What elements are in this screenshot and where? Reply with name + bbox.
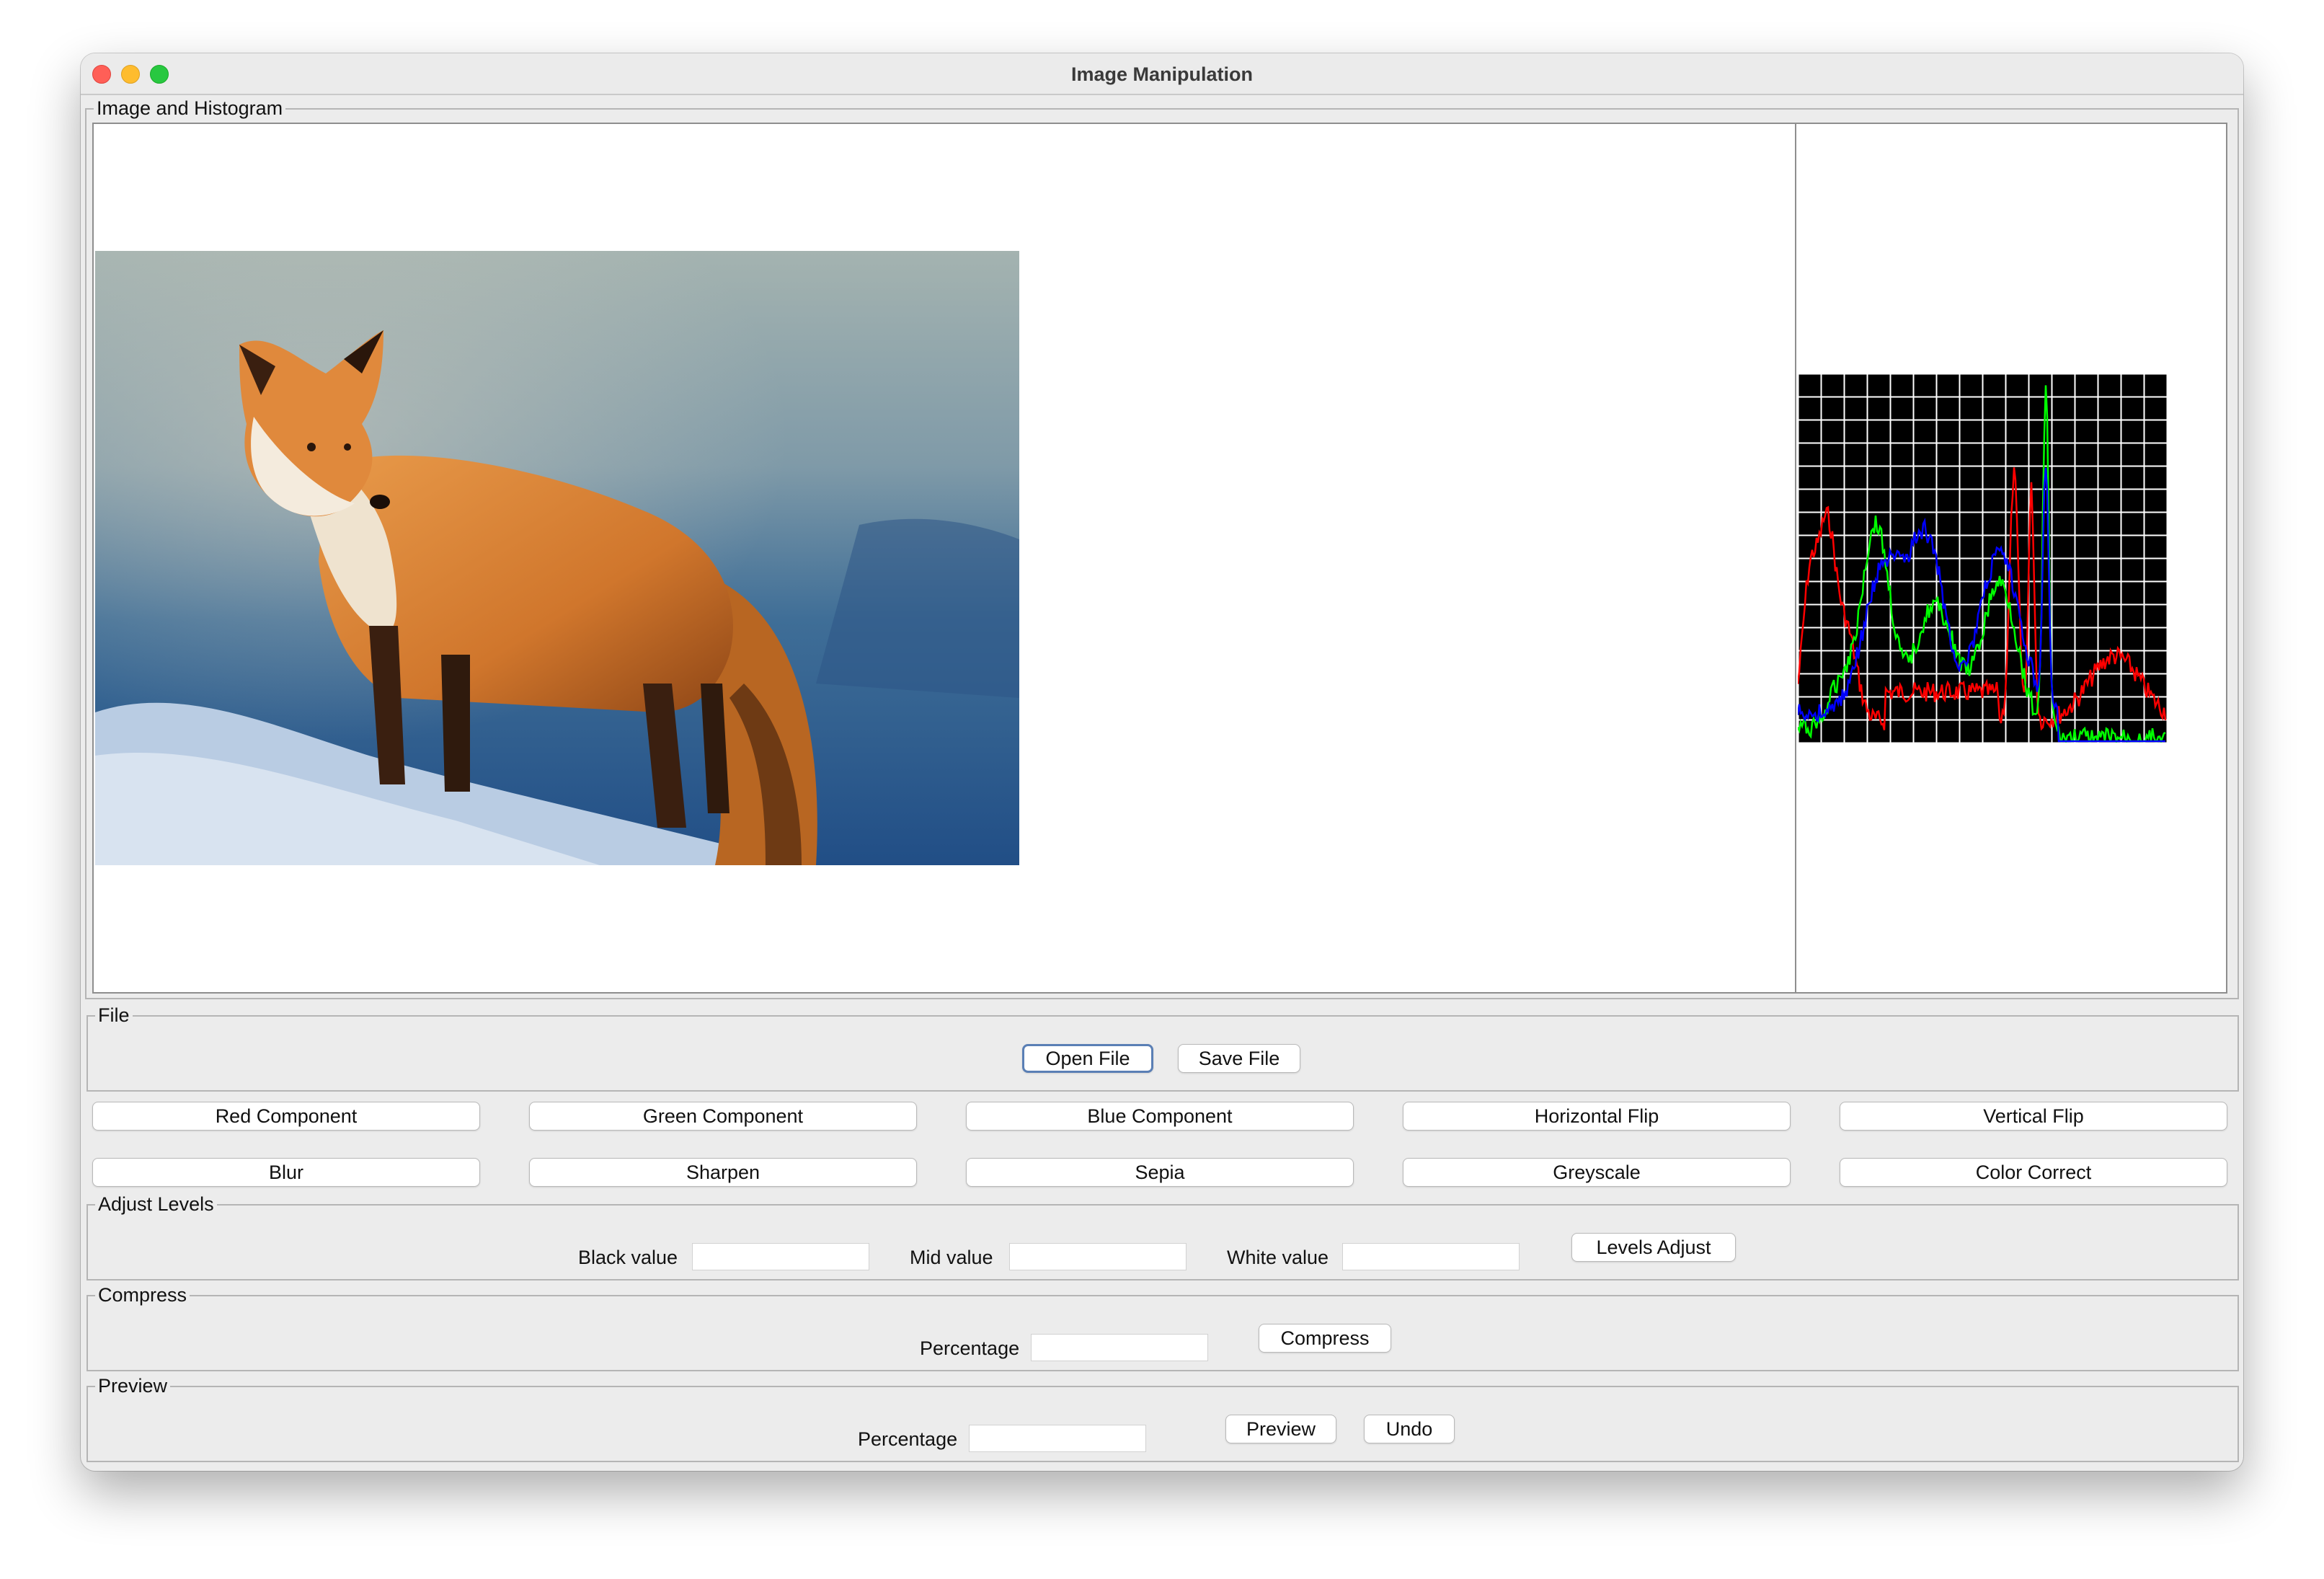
loaded-image — [95, 251, 1019, 865]
compress-percentage-field[interactable] — [1031, 1334, 1208, 1361]
image-canvas — [92, 123, 1796, 994]
compress-percentage-label: Percentage — [920, 1337, 1020, 1359]
horizontal-flip-button[interactable]: Horizontal Flip — [1403, 1102, 1791, 1131]
black-value-label: Black value — [578, 1247, 678, 1268]
undo-button[interactable]: Undo — [1364, 1415, 1455, 1443]
window-title: Image Manipulation — [1070, 63, 1254, 85]
save-file-button[interactable]: Save File — [1178, 1044, 1300, 1073]
white-value-label: White value — [1227, 1247, 1329, 1268]
image-histogram-panel-label: Image and Histogram — [94, 97, 286, 119]
white-value-field[interactable] — [1342, 1243, 1520, 1270]
blue-component-button[interactable]: Blue Component — [966, 1102, 1354, 1131]
preview-panel: Preview — [87, 1375, 2239, 1462]
greyscale-button[interactable]: Greyscale — [1403, 1158, 1791, 1187]
blur-button[interactable]: Blur — [92, 1158, 480, 1187]
red-component-button[interactable]: Red Component — [92, 1102, 480, 1131]
adjust-levels-panel-label: Adjust Levels — [95, 1193, 217, 1215]
histogram-panel — [1795, 123, 2227, 994]
preview-percentage-label: Percentage — [858, 1428, 958, 1450]
compress-panel-label: Compress — [95, 1284, 190, 1306]
green-component-button[interactable]: Green Component — [529, 1102, 917, 1131]
mid-value-field[interactable] — [1009, 1243, 1187, 1270]
preview-panel-label: Preview — [95, 1375, 171, 1397]
app-window: Image Manipulation Image and Histogram F… — [81, 53, 2243, 1471]
histogram-plot — [1798, 373, 2167, 743]
open-file-button[interactable]: Open File — [1022, 1044, 1153, 1073]
levels-adjust-button[interactable]: Levels Adjust — [1571, 1233, 1736, 1262]
color-correct-button[interactable]: Color Correct — [1840, 1158, 2227, 1187]
file-panel: File — [87, 1004, 2239, 1092]
mid-value-label: Mid value — [910, 1247, 993, 1268]
preview-button[interactable]: Preview — [1225, 1415, 1336, 1443]
black-value-field[interactable] — [692, 1243, 869, 1270]
title-bar: Image Manipulation — [81, 53, 2243, 95]
file-panel-label: File — [95, 1004, 133, 1026]
vertical-flip-button[interactable]: Vertical Flip — [1840, 1102, 2227, 1131]
sharpen-button[interactable]: Sharpen — [529, 1158, 917, 1187]
preview-percentage-field[interactable] — [969, 1425, 1146, 1452]
compress-button[interactable]: Compress — [1259, 1324, 1391, 1353]
sepia-button[interactable]: Sepia — [966, 1158, 1354, 1187]
